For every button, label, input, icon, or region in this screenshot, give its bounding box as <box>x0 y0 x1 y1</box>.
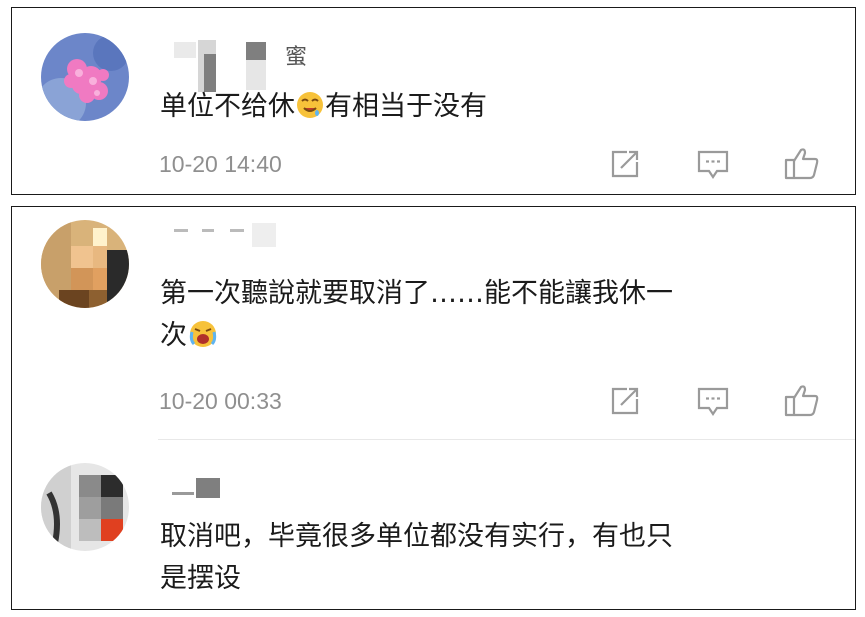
comment-line: 取消吧，毕竟很多单位都没有实行，有也只 <box>160 521 673 552</box>
comment-line: 次 <box>160 315 840 361</box>
thumbs-up-icon[interactable] <box>783 381 819 417</box>
comment-text-part: 有相当于没有 <box>325 91 487 122</box>
comment-line: 第一次聽說就要取消了……能不能讓我休一 <box>160 278 673 309</box>
crying-face-emoji <box>188 319 218 361</box>
comment-text-part: 单位不给休 <box>160 91 295 122</box>
divider <box>158 439 855 440</box>
user-avatar[interactable] <box>41 220 129 308</box>
drooling-face-emoji <box>296 90 324 132</box>
share-icon[interactable] <box>607 146 643 182</box>
comment-text: 第一次聽說就要取消了……能不能讓我休一 次 <box>160 273 840 361</box>
comment-icon[interactable] <box>695 383 731 419</box>
comment-text-part: 次 <box>160 320 187 351</box>
share-icon[interactable] <box>607 383 643 419</box>
timestamp: 10-20 00:33 <box>159 388 282 414</box>
comment-card: 蜜 单位不给休 有相当于没有 10-20 14:40 <box>11 7 856 195</box>
comment-card: 第一次聽說就要取消了……能不能讓我休一 次 10-20 00:33 取消吧，毕竟… <box>11 206 856 610</box>
username[interactable]: 蜜 <box>285 39 309 71</box>
comment-text: 单位不给休 有相当于没有 <box>160 86 840 132</box>
comment-text: 取消吧，毕竟很多单位都没有实行，有也只 是摆设 <box>160 516 840 600</box>
comment-line: 是摆设 <box>160 563 241 594</box>
user-avatar[interactable] <box>41 33 129 121</box>
thumbs-up-icon[interactable] <box>783 144 819 180</box>
timestamp: 10-20 14:40 <box>159 151 282 177</box>
comment-icon[interactable] <box>695 146 731 182</box>
user-avatar[interactable] <box>41 463 129 551</box>
